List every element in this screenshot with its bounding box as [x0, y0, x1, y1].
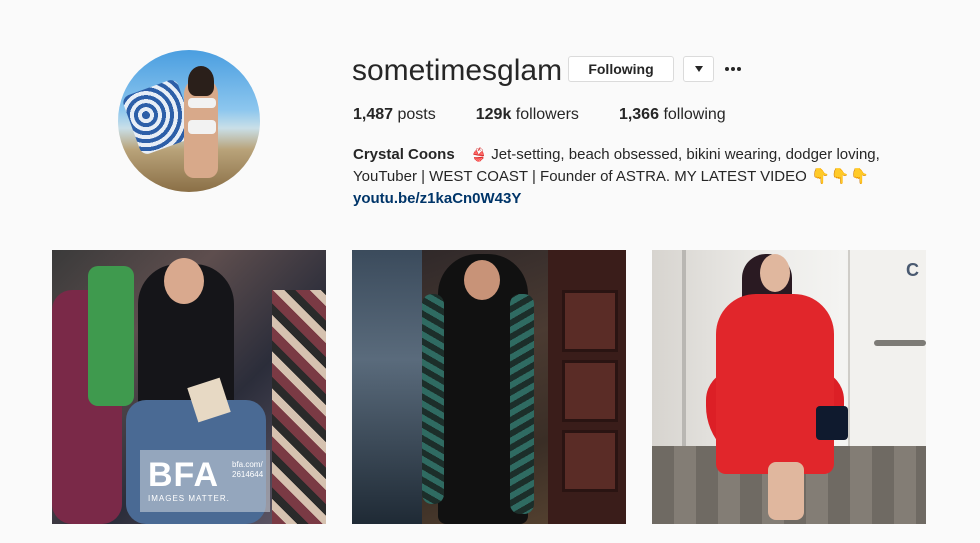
watermark-ref: bfa.com/ 2614644 [232, 460, 263, 480]
post-tile-1[interactable]: BFA IMAGES MATTER. bfa.com/ 2614644 [52, 250, 326, 524]
more-options-icon[interactable] [722, 58, 744, 80]
dot [725, 67, 729, 71]
watermark: BFA IMAGES MATTER. bfa.com/ 2614644 [140, 450, 270, 512]
bio-line-2: YouTuber | WEST COAST | Founder of ASTRA… [353, 168, 807, 185]
bio-line-1: Jet-setting, beach obsessed, bikini wear… [491, 146, 880, 163]
photo-jacket [510, 294, 534, 514]
post-tile-2[interactable] [352, 250, 626, 524]
photo-door [548, 250, 626, 524]
watermark-logo: BFA [148, 456, 219, 494]
following-button[interactable]: Following [568, 56, 674, 82]
watermark-ref-1: bfa.com/ [232, 460, 263, 469]
profile-bio: Crystal Coons 👙 Jet-setting, beach obses… [353, 144, 933, 210]
photo-figure [88, 266, 134, 406]
avatar-bikini-top [188, 98, 216, 108]
following-stat-label: following [663, 106, 726, 123]
photo-jacket [422, 294, 444, 504]
photo-dress [716, 294, 834, 474]
posts-label: posts [397, 106, 436, 123]
door-pane [562, 360, 618, 422]
photo-face [464, 260, 500, 300]
profile-avatar[interactable] [118, 50, 260, 192]
avatar-bikini-bottom [188, 120, 216, 134]
pointing-down-hands-icon: 👇👇👇 [810, 168, 871, 185]
watermark-tagline: IMAGES MATTER. [148, 494, 230, 503]
door-pane [562, 290, 618, 352]
followers-stat[interactable]: 129k followers [476, 106, 579, 124]
posts-count: 1,487 [353, 106, 394, 123]
bikini-icon: 👙 [470, 147, 488, 162]
following-stat[interactable]: 1,366 following [619, 106, 726, 124]
bio-link[interactable]: youtu.be/z1kaCn0W43Y [353, 188, 933, 210]
photo-sign: C [906, 260, 919, 280]
door-pane [562, 430, 618, 492]
posts-stat: 1,487 posts [353, 106, 436, 124]
photo-legs [768, 462, 804, 520]
watermark-ref-2: 2614644 [232, 470, 264, 479]
followers-label: followers [515, 106, 579, 123]
full-name: Crystal Coons [353, 146, 455, 163]
photo-face [760, 254, 790, 292]
username: sometimesglam [352, 54, 563, 87]
dot [737, 67, 741, 71]
photo-window [352, 250, 422, 524]
dot [731, 67, 735, 71]
photo-face [164, 258, 204, 304]
profile-stats: 1,487 posts 129k followers 1,366 followi… [353, 106, 766, 124]
post-tile-3[interactable]: C [652, 250, 926, 524]
followers-count: 129k [475, 106, 512, 123]
chevron-down-icon [694, 66, 703, 72]
follow-dropdown-button[interactable] [683, 56, 714, 82]
photo-handbag [816, 406, 848, 440]
photo-figure [272, 290, 326, 524]
following-count: 1,366 [618, 106, 659, 123]
photo-door-handle [874, 340, 926, 346]
avatar-hair [188, 66, 214, 96]
